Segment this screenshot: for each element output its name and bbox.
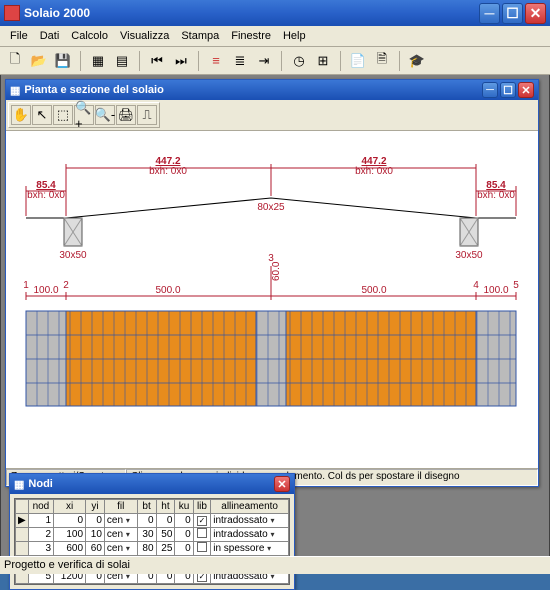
minimize-button[interactable]: ─ [479,3,500,24]
table-row[interactable]: 210010cen ▾30500intradossato ▾ [16,528,289,542]
report-icon[interactable]: 📄 [347,50,369,72]
plan-close-button[interactable]: ✕ [518,82,534,98]
close-button[interactable]: ✕ [525,3,546,24]
seg2: 500.0 [155,285,180,296]
maximize-button[interactable]: ☐ [502,3,523,24]
span4-bxh: bxh: 0x0 [477,190,515,201]
plan-toolbar: ✋ ↖ ⬚ 🔍+ 🔍- 🖨 ⎍ [8,102,160,128]
menu-help[interactable]: Help [277,28,312,44]
table-row[interactable]: ▶100cen ▾000✓intradossato ▾ [16,514,289,528]
print-icon[interactable]: 🖨 [116,105,136,125]
sliders-icon[interactable]: ⎍ [137,105,157,125]
mdi-area: ▦ Pianta e sezione del solaio ─ ☐ ✕ ✋ ↖ … [0,75,550,563]
node4: 4 [473,280,479,291]
span1-bxh: bxh: 0x0 [27,190,65,201]
node3: 3 [268,253,274,264]
node5: 5 [513,280,519,291]
save-icon[interactable]: 💾 [52,50,74,72]
node1: 1 [23,280,29,291]
clock-icon[interactable]: ◷ [288,50,310,72]
arrow-icon[interactable]: ↖ [32,105,52,125]
menu-visualizza[interactable]: Visualizza [114,28,175,44]
nodi-close-button[interactable]: ✕ [274,476,290,492]
menubar: File Dati Calcolo Visualizza Stampa Fine… [0,26,550,47]
dim-h: 60.0 [271,261,282,281]
hand-icon[interactable]: ✋ [11,105,31,125]
seg4: 100.0 [483,285,508,296]
table-row[interactable]: 360060cen ▾80250in spessore ▾ [16,542,289,556]
nodi-header-row: nodxiyifilbthtkuliballineamento [16,500,289,514]
plan-window-icon: ▦ [10,84,20,97]
zoom-in-icon[interactable]: 🔍+ [74,105,94,125]
app-titlebar: Solaio 2000 ─ ☐ ✕ [0,0,550,26]
list-icon[interactable]: ▤ [111,50,133,72]
seg3: 500.0 [361,285,386,296]
plan-window-title: Pianta e sezione del solaio [24,84,482,96]
support2-label: 30x50 [455,250,483,261]
preview-icon[interactable]: 🗎 [371,50,393,72]
menu-finestre[interactable]: Finestre [225,28,277,44]
span2-bxh: bxh: 0x0 [149,166,187,177]
center-label: 80x25 [257,202,285,213]
indent-icon[interactable]: ⇥ [253,50,275,72]
app-icon [4,5,20,21]
open-icon[interactable]: 📂 [28,50,50,72]
plan-section-window: ▦ Pianta e sezione del solaio ─ ☐ ✕ ✋ ↖ … [5,79,539,487]
grid-icon[interactable]: ▦ [87,50,109,72]
last-icon[interactable]: ⏭ [170,50,192,72]
new-icon[interactable]: 🗋 [4,50,26,72]
hat-icon[interactable]: 🎓 [406,50,428,72]
drawing-svg: 30x50 30x50 80x25 85.4 bxh: 0 [6,131,538,468]
drawing-canvas[interactable]: 30x50 30x50 80x25 85.4 bxh: 0 [6,130,538,468]
main-toolbar: 🗋 📂 💾 ▦ ▤ ⏮ ⏭ ≡ ≣ ⇥ ◷ ⊞ 📄 🗎 🎓 [0,47,550,75]
layers-icon[interactable]: ≡ [205,50,227,72]
menu-calcolo[interactable]: Calcolo [65,28,114,44]
span3-bxh: bxh: 0x0 [355,166,393,177]
first-icon[interactable]: ⏮ [146,50,168,72]
main-statusbar: Progetto e verifica di solai [0,556,550,574]
plan-max-button[interactable]: ☐ [500,82,516,98]
seg1: 100.0 [33,285,58,296]
calc-icon[interactable]: ⊞ [312,50,334,72]
plan-min-button[interactable]: ─ [482,82,498,98]
menu-stampa[interactable]: Stampa [175,28,225,44]
support1-label: 30x50 [59,250,87,261]
app-title: Solaio 2000 [24,6,479,20]
menu-file[interactable]: File [4,28,34,44]
zoom-out-icon[interactable]: 🔍- [95,105,115,125]
plan-slab [26,311,516,406]
nodi-title: Nodi [28,478,274,490]
menu-dati[interactable]: Dati [34,28,66,44]
node2: 2 [63,280,69,291]
main-status-text: Progetto e verifica di solai [4,559,130,571]
zoom-window-icon[interactable]: ⬚ [53,105,73,125]
nodi-icon: ▦ [14,478,24,491]
align-icon[interactable]: ≣ [229,50,251,72]
